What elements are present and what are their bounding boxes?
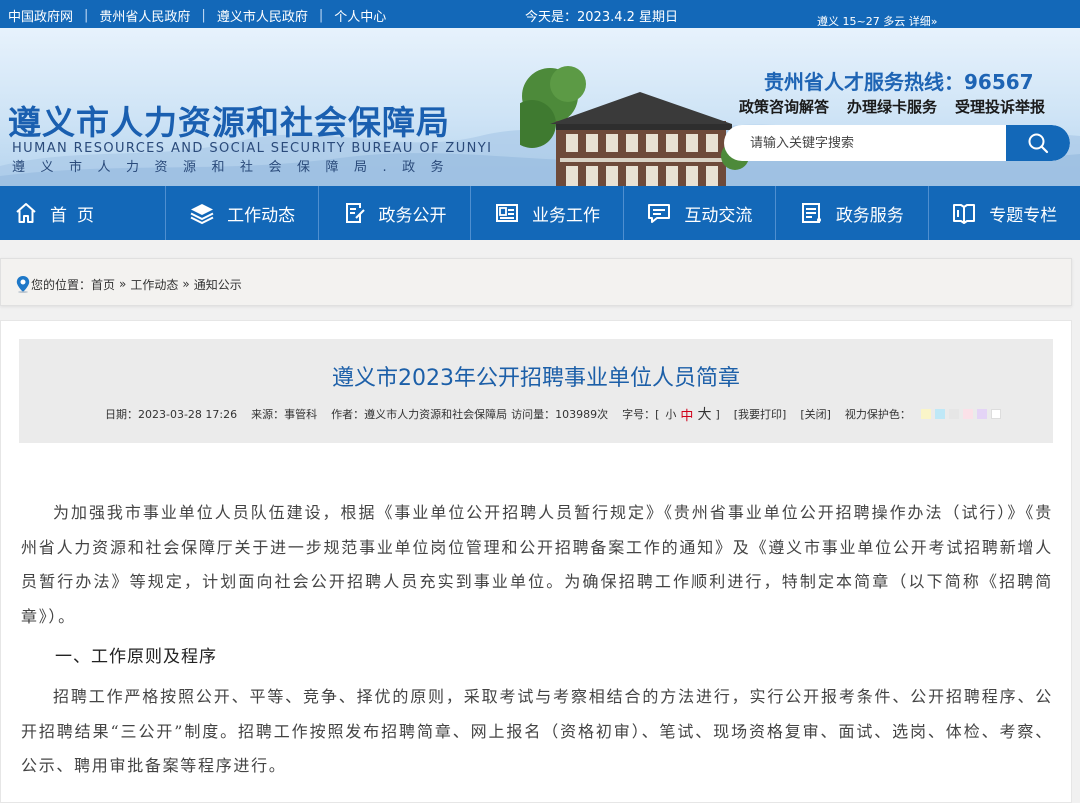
- article-views: 访问量：103989次: [511, 408, 609, 421]
- print-button[interactable]: [我要打印]: [734, 406, 787, 422]
- service-list-icon: [801, 203, 821, 223]
- id-card-icon: [495, 204, 518, 222]
- main-nav: 首页 工作动态 政务公开 业务工作 互动交流 政务服务 专题专栏: [0, 186, 1080, 240]
- top-links: 中国政府网 | 贵州省人民政府 | 遵义市人民政府 | 个人中心: [8, 6, 386, 25]
- nav-item-interaction[interactable]: 互动交流: [624, 186, 777, 240]
- article-source: 来源：事管科: [251, 408, 318, 421]
- link-zunyi-gov[interactable]: 遵义市人民政府: [217, 6, 308, 25]
- nav-item-work-news[interactable]: 工作动态: [166, 186, 319, 240]
- green-card-link[interactable]: 办理绿卡服务: [847, 96, 937, 117]
- color-swatch-yellow[interactable]: [920, 409, 931, 419]
- nav-label: 业务工作: [531, 205, 600, 226]
- color-swatch-blue[interactable]: [934, 409, 945, 419]
- separator: |: [84, 8, 89, 23]
- location-pin-icon: [16, 276, 30, 293]
- nav-item-business[interactable]: 业务工作: [471, 186, 624, 240]
- breadcrumb-arrow: »: [182, 277, 190, 291]
- today-date: 今天是：2023.4.2 星期日: [525, 10, 679, 25]
- section-heading: 一、工作原则及程序: [55, 647, 217, 667]
- book-icon: [953, 204, 976, 224]
- nav-label: 首页: [50, 205, 104, 226]
- nav-label: 专题专栏: [989, 205, 1058, 226]
- font-size-close: ]: [715, 407, 720, 421]
- breadcrumb-work-news[interactable]: 工作动态: [130, 276, 178, 293]
- document-edit-icon: [345, 203, 365, 223]
- policy-consult-link[interactable]: 政策咨询解答: [739, 96, 829, 117]
- color-swatch-gray[interactable]: [948, 409, 959, 419]
- breadcrumb-home[interactable]: 首页: [91, 276, 115, 293]
- nav-label: 互动交流: [684, 205, 753, 226]
- nav-label: 政务服务: [835, 205, 904, 226]
- link-gov-cn[interactable]: 中国政府网: [8, 6, 73, 25]
- nav-item-special-column[interactable]: 专题专栏: [929, 186, 1080, 240]
- search-input[interactable]: [724, 125, 1006, 161]
- article-meta: 日期：2023-03-28 17:26 来源：事管科 作者：遵义市人力资源和社会…: [105, 404, 1005, 424]
- home-icon: [16, 203, 36, 223]
- color-swatch-pink[interactable]: [962, 409, 973, 419]
- nav-label: 工作动态: [227, 205, 296, 226]
- complaint-link[interactable]: 受理投诉举报: [955, 96, 1045, 117]
- site-header: 遵义市人力资源和社会保障局 HUMAN RESOURCES AND SOCIAL…: [0, 28, 1080, 186]
- font-size-small[interactable]: 小: [665, 406, 676, 422]
- weather-widget[interactable]: 遵义 15~27 多云 详细»: [817, 13, 937, 29]
- breadcrumb-prefix: 您的位置：: [31, 277, 92, 292]
- eye-protect-label: 视力保护色：: [844, 408, 911, 421]
- font-size-label: 字号：[: [622, 408, 660, 421]
- service-links: 政策咨询解答 办理绿卡服务 受理投诉举报: [739, 96, 1045, 117]
- font-size-medium[interactable]: 中: [680, 405, 693, 424]
- search-button[interactable]: [1006, 125, 1070, 161]
- hotline-text: 贵州省人才服务热线：96567: [764, 70, 1034, 94]
- link-guizhou-gov[interactable]: 贵州省人民政府: [99, 6, 190, 25]
- nav-label: 政务公开: [378, 205, 447, 226]
- font-size-large[interactable]: 大: [697, 404, 711, 424]
- breadcrumb: 您的位置： 首页 » 工作动态 » 通知公示: [0, 258, 1072, 306]
- article-header: 遵义市2023年公开招聘事业单位人员简章 日期：2023-03-28 17:26…: [19, 339, 1053, 443]
- site-title: 遵义市人力资源和社会保障局: [8, 103, 450, 142]
- breadcrumb-arrow: »: [119, 277, 127, 291]
- link-personal-center[interactable]: 个人中心: [334, 6, 386, 25]
- top-bar: 中国政府网 | 贵州省人民政府 | 遵义市人民政府 | 个人中心 今天是：202…: [0, 0, 1080, 28]
- search-icon: [1028, 133, 1049, 154]
- color-swatch-white[interactable]: [990, 409, 1001, 419]
- zunyi-meeting-site-image: [520, 66, 749, 186]
- article-body: 为加强我市事业单位人员队伍建设，根据《事业单位公开招聘人员暂行规定》《贵州省事业…: [21, 496, 1053, 784]
- article-panel: 遵义市2023年公开招聘事业单位人员简章 日期：2023-03-28 17:26…: [0, 320, 1072, 803]
- separator: |: [318, 8, 324, 23]
- article-date: 日期：2023-03-28 17:26: [105, 408, 238, 421]
- article-paragraph: 招聘工作严格按照公开、平等、竞争、择优的原则，采取考试与考察相结合的方法进行，实…: [21, 687, 1053, 775]
- article-title: 遵义市2023年公开招聘事业单位人员简章: [332, 366, 740, 391]
- article-paragraph: 为加强我市事业单位人员队伍建设，根据《事业单位公开招聘人员暂行规定》《贵州省事业…: [21, 503, 1053, 626]
- separator: |: [201, 8, 206, 23]
- breadcrumb-notice[interactable]: 通知公示: [194, 276, 242, 293]
- chat-icon: [648, 204, 671, 223]
- site-title-sub: 遵义市人力资源和社会保障局.政务: [12, 160, 460, 175]
- article-author: 作者：遵义市人力资源和社会保障局: [331, 408, 508, 421]
- nav-item-home[interactable]: 首页: [0, 186, 167, 240]
- eye-color-swatches: [920, 409, 1005, 419]
- nav-item-gov-affairs-open[interactable]: 政务公开: [319, 186, 472, 240]
- close-button[interactable]: [关闭]: [800, 406, 831, 422]
- color-swatch-purple[interactable]: [976, 409, 987, 419]
- site-title-en: HUMAN RESOURCES AND SOCIAL SECURITY BURE…: [12, 141, 493, 156]
- layers-icon: [190, 204, 214, 225]
- nav-item-gov-service[interactable]: 政务服务: [776, 186, 929, 240]
- search-box: [724, 125, 1070, 161]
